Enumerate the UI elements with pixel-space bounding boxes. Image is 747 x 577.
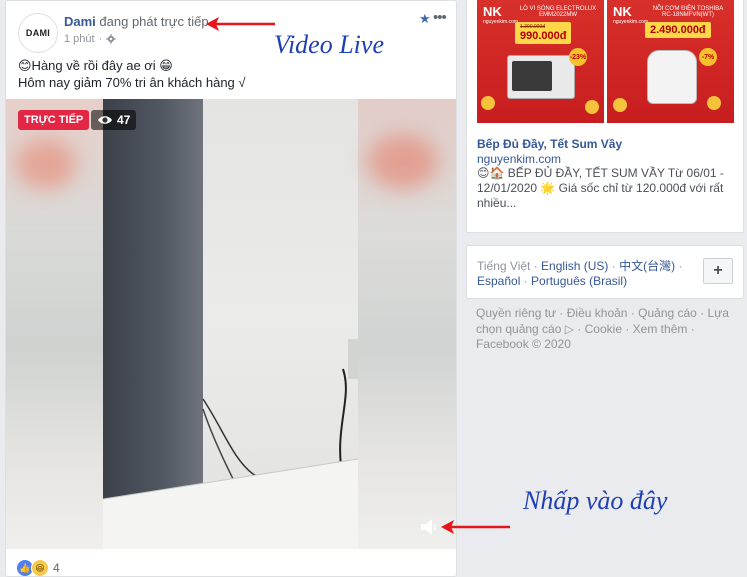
star-icon[interactable]: ★ [419, 11, 431, 27]
viewer-count: 47 [117, 113, 131, 127]
ad-title-link[interactable]: Bếp Đủ Đầy, Tết Sum Vầy [477, 137, 622, 151]
page-footer: Quyền riêng tư · Điều khoản · Quảng cáo … [476, 306, 738, 353]
live-action-text: đang phát trực tiếp. [95, 14, 213, 29]
ad-domain-link[interactable]: nguyenkim.com [477, 152, 561, 166]
page-name-link[interactable]: Dami [64, 14, 96, 29]
ad-image-microwave[interactable]: NK nguyenkim.com LÒ VI SÓNG ELECTROLUX EMM… [477, 0, 604, 123]
page-avatar[interactable]: DAMI [18, 13, 58, 53]
live-video-player[interactable]: TRỰC TIẾP 47 [6, 99, 456, 549]
footer-link-privacy[interactable]: Quyền riêng tư [476, 306, 556, 320]
language-list: Tiếng Việt · English (US) · 中文(台灣) · Esp… [477, 259, 683, 288]
public-gear-icon[interactable] [106, 34, 116, 44]
discount-tag: -23% [569, 48, 587, 66]
language-option[interactable]: English (US) [541, 259, 608, 273]
discount-tag: -7% [699, 48, 717, 66]
post-header: Dami đang phát trực tiếp. [64, 14, 212, 29]
annotation-click-here: Nhấp vào đây [523, 486, 668, 515]
arrow-to-live-text [206, 17, 275, 31]
speaker-mute-icon[interactable] [418, 517, 440, 537]
nk-logo: NK nguyenkim.com [483, 4, 519, 25]
microwave-image [507, 55, 575, 99]
ad-product-name: LÒ VI SÓNG ELECTROLUX EMM2022MW [519, 6, 597, 18]
copyright: Facebook © 2020 [476, 337, 571, 351]
ad-product-name: NỒI CƠM ĐIỆN TOSHIBA RC-18NMFVN(WT) [652, 6, 724, 18]
video-scene-cables [103, 339, 358, 549]
language-option[interactable]: Español [477, 274, 520, 288]
language-selector: Tiếng Việt · English (US) · 中文(台灣) · Esp… [466, 245, 744, 299]
more-options-icon[interactable]: ••• [433, 9, 447, 26]
video-blur-right [358, 99, 456, 549]
add-language-button[interactable]: + [703, 258, 733, 284]
ad-description: 😊🏠 BẾP ĐỦ ĐẦY, TẾT SUM VẦY Từ 06/01 - 12… [477, 166, 724, 210]
caption-line-2: Hôm nay giảm 70% tri ân khách hàng √ [18, 75, 246, 90]
language-option[interactable]: 中文(台灣) [619, 259, 675, 273]
reaction-count: 4 [53, 561, 60, 575]
viewer-count-badge: 47 [91, 110, 137, 130]
post-time[interactable]: 1 phút [64, 33, 95, 45]
video-blur-left [6, 99, 103, 549]
footer-link-cookie[interactable]: Cookie [585, 322, 622, 336]
arrow-to-speaker [441, 520, 510, 534]
current-language: Tiếng Việt [477, 259, 531, 273]
reaction-summary[interactable]: 👍 😆 4 [16, 559, 60, 576]
language-option[interactable]: Português (Brasil) [531, 274, 627, 288]
ad-price: 2.490.000đ [645, 22, 711, 38]
nk-logo: NK nguyenkim.com [613, 4, 649, 25]
meta-separator: · [98, 33, 103, 45]
annotation-video-live: Video Live [274, 30, 384, 59]
sponsored-ad[interactable]: NK nguyenkim.com LÒ VI SÓNG ELECTROLUX EMM… [466, 0, 744, 233]
live-video-post: DAMI Dami đang phát trực tiếp. 1 phút · … [5, 0, 457, 577]
caption-line-1: 😊Hàng về rồi đây ae ơi 😁 [18, 58, 173, 73]
eye-icon [98, 116, 112, 124]
footer-link-terms[interactable]: Điều khoản [567, 306, 628, 320]
ad-price: 1.390.000đ 990.000đ [515, 22, 572, 44]
video-frame [103, 99, 358, 549]
footer-link-more[interactable]: Xem thêm [633, 322, 688, 336]
footer-link-ads[interactable]: Quảng cáo [638, 306, 697, 320]
live-badge: TRỰC TIẾP [18, 110, 90, 130]
post-meta: 1 phút · [64, 33, 116, 45]
ad-image-rice-cooker[interactable]: NK nguyenkim.com NỒI CƠM ĐIỆN TOSHIBA RC-1… [607, 0, 734, 123]
rice-cooker-image [647, 50, 697, 104]
post-caption: 😊Hàng về rồi đây ae ơi 😁 Hôm nay giảm 70… [18, 57, 246, 91]
haha-reaction-icon: 😆 [31, 559, 49, 576]
